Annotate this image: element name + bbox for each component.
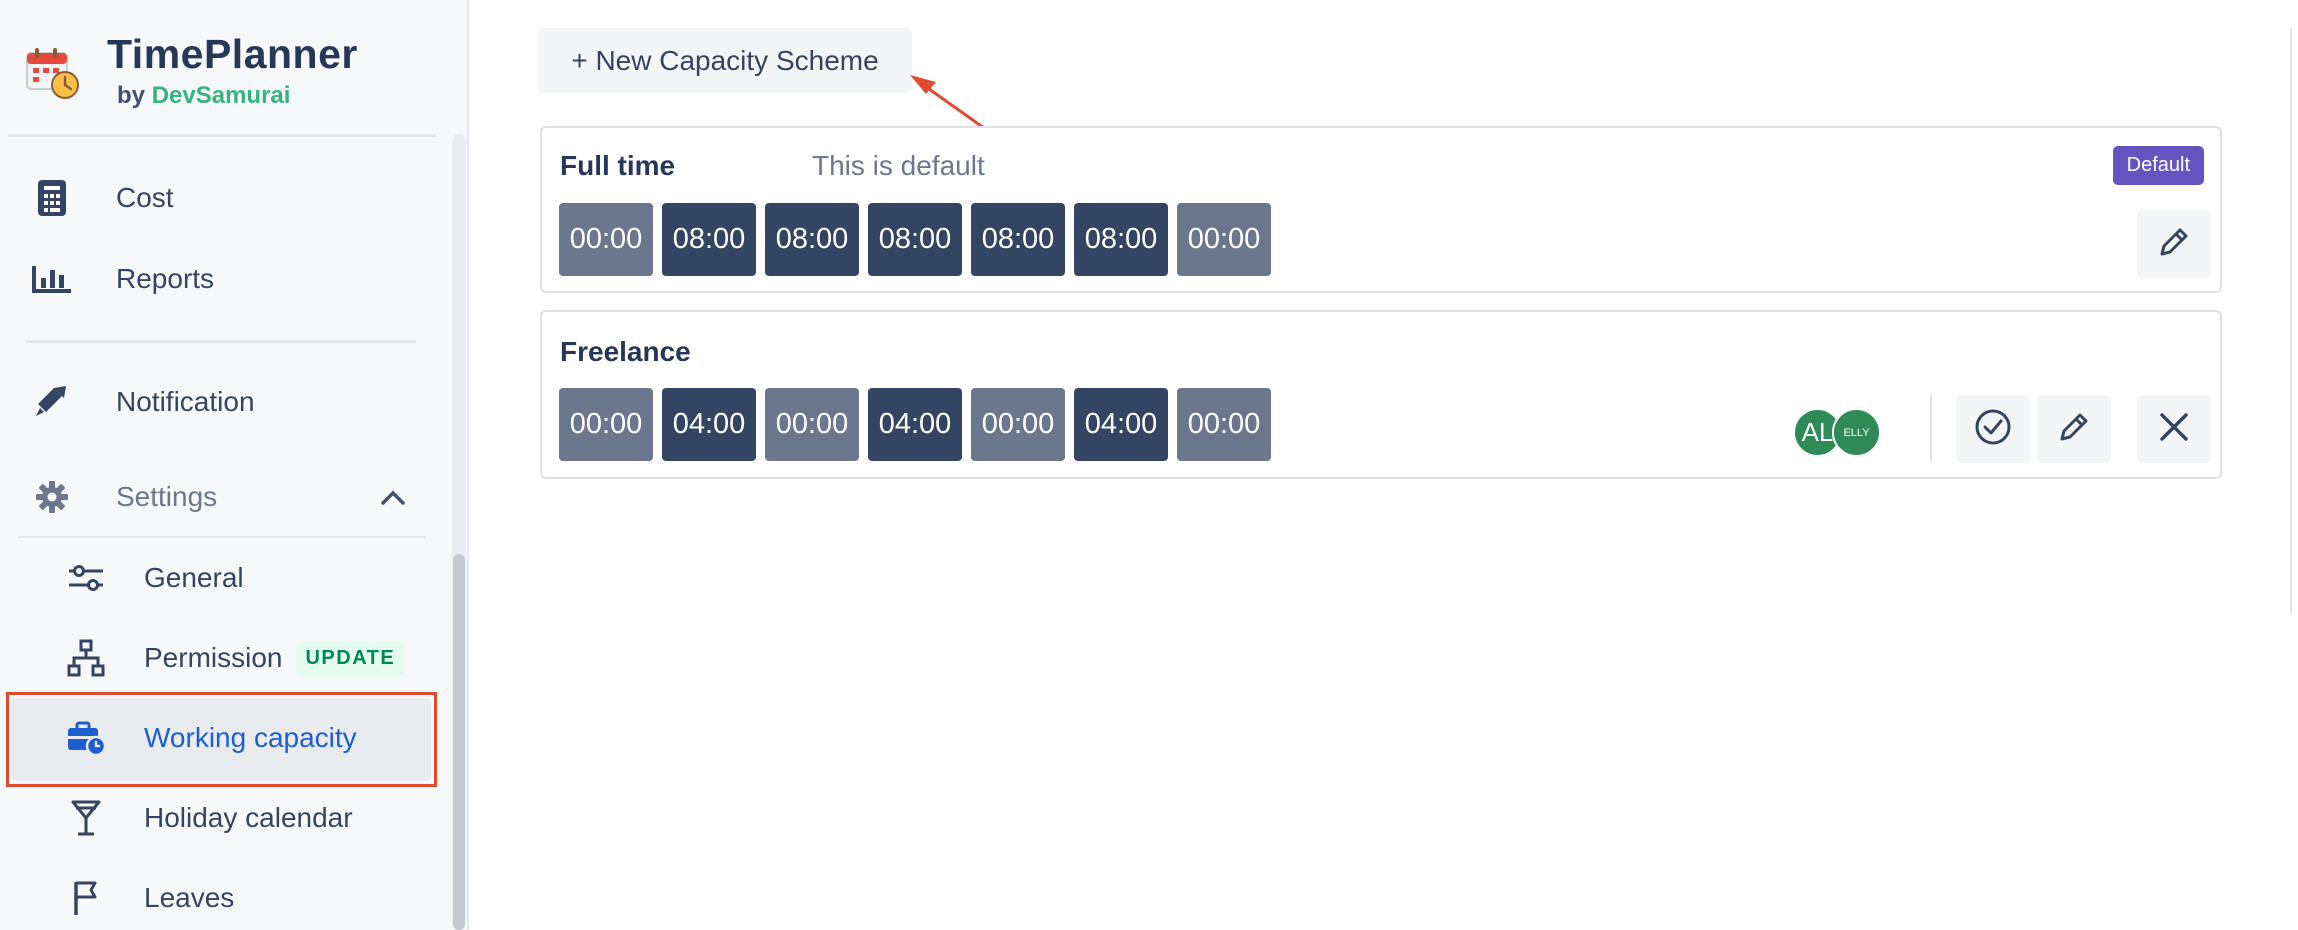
- delete-scheme-button[interactable]: [2137, 395, 2211, 463]
- sidebar-item-working-capacity[interactable]: Working capacity: [64, 716, 357, 760]
- chevron-up-icon[interactable]: [380, 481, 406, 513]
- bar-chart-icon: [30, 257, 74, 301]
- sidebar-item-label: Holiday calendar: [144, 802, 353, 833]
- sidebar-item-general[interactable]: General: [64, 556, 244, 600]
- weekly-hours: 00:00 08:00 08:00 08:00 08:00 08:00 00:0…: [559, 203, 1280, 276]
- sidebar-item-permission[interactable]: Permission UPDATE: [64, 636, 405, 680]
- hierarchy-icon: [64, 636, 108, 680]
- sidebar-item-label: Reports: [116, 263, 215, 294]
- scheme-name: Full time: [560, 150, 676, 181]
- update-badge: UPDATE: [296, 641, 405, 675]
- sidebar-item-label: Settings: [116, 481, 218, 512]
- cocktail-glass-icon: [64, 796, 108, 840]
- scheme-description: This is default: [812, 150, 985, 181]
- weekly-hours: 00:00 04:00 00:00 04:00 00:00 04:00 00:0…: [559, 388, 1280, 461]
- day-hours: 00:00: [1177, 203, 1271, 276]
- sidebar-item-notification[interactable]: Notification: [30, 380, 255, 424]
- pencil-icon: [2156, 224, 2192, 265]
- capacity-scheme-card: Freelance 00:00 04:00 00:00 04:00 00:00 …: [540, 310, 2222, 479]
- megaphone-icon: [30, 380, 74, 424]
- avatar[interactable]: ELLY: [1832, 408, 1881, 457]
- day-hours: 00:00: [765, 388, 859, 461]
- sidebar-item-label: General: [144, 562, 244, 593]
- day-hours: 08:00: [765, 203, 859, 276]
- panel-edge: [2290, 28, 2292, 614]
- divider: [1930, 395, 1932, 461]
- sidebar-item-label: Cost: [116, 182, 174, 213]
- sidebar-item-cost[interactable]: Cost: [30, 176, 174, 220]
- sidebar-divider: [26, 340, 416, 343]
- pencil-icon: [2056, 409, 2092, 450]
- sidebar-item-leaves[interactable]: Leaves: [64, 876, 234, 920]
- set-default-button[interactable]: [1956, 395, 2030, 463]
- check-circle-icon: [1973, 407, 2013, 452]
- day-hours: 04:00: [868, 388, 962, 461]
- capacity-scheme-card: Full time This is default Default 00:00 …: [540, 126, 2222, 293]
- day-hours: 00:00: [1177, 388, 1271, 461]
- sidebar-item-reports[interactable]: Reports: [30, 257, 214, 301]
- sidebar-item-settings[interactable]: Settings: [30, 475, 405, 519]
- default-badge: Default: [2112, 146, 2204, 185]
- sidebar-item-label: Leaves: [144, 882, 235, 913]
- sidebar-item-holiday-calendar[interactable]: Holiday calendar: [64, 796, 353, 840]
- edit-scheme-button[interactable]: [2037, 395, 2111, 463]
- sidebar-scrollbar[interactable]: [452, 134, 466, 930]
- sidebar-item-label: Permission: [144, 642, 283, 673]
- sidebar-divider: [18, 536, 426, 538]
- edit-scheme-button[interactable]: [2137, 210, 2211, 278]
- day-hours: 08:00: [868, 203, 962, 276]
- day-hours: 08:00: [971, 203, 1065, 276]
- day-hours: 00:00: [559, 203, 653, 276]
- sidebar-item-label: Working capacity: [144, 722, 357, 753]
- cost-sheet-icon: [30, 176, 74, 220]
- day-hours: 08:00: [662, 203, 756, 276]
- briefcase-clock-icon: [64, 716, 108, 760]
- sliders-icon: [64, 556, 108, 600]
- day-hours: 08:00: [1074, 203, 1168, 276]
- gear-icon: [30, 475, 74, 519]
- day-hours: 00:00: [559, 388, 653, 461]
- assigned-users[interactable]: AL ELLY: [1793, 408, 1881, 457]
- close-icon: [2158, 411, 2190, 448]
- day-hours: 04:00: [662, 388, 756, 461]
- scrollbar-thumb[interactable]: [453, 554, 465, 930]
- day-hours: 00:00: [971, 388, 1065, 461]
- flag-icon: [64, 876, 108, 920]
- sidebar-item-label: Notification: [116, 386, 255, 417]
- day-hours: 04:00: [1074, 388, 1168, 461]
- scheme-name: Freelance: [560, 336, 691, 367]
